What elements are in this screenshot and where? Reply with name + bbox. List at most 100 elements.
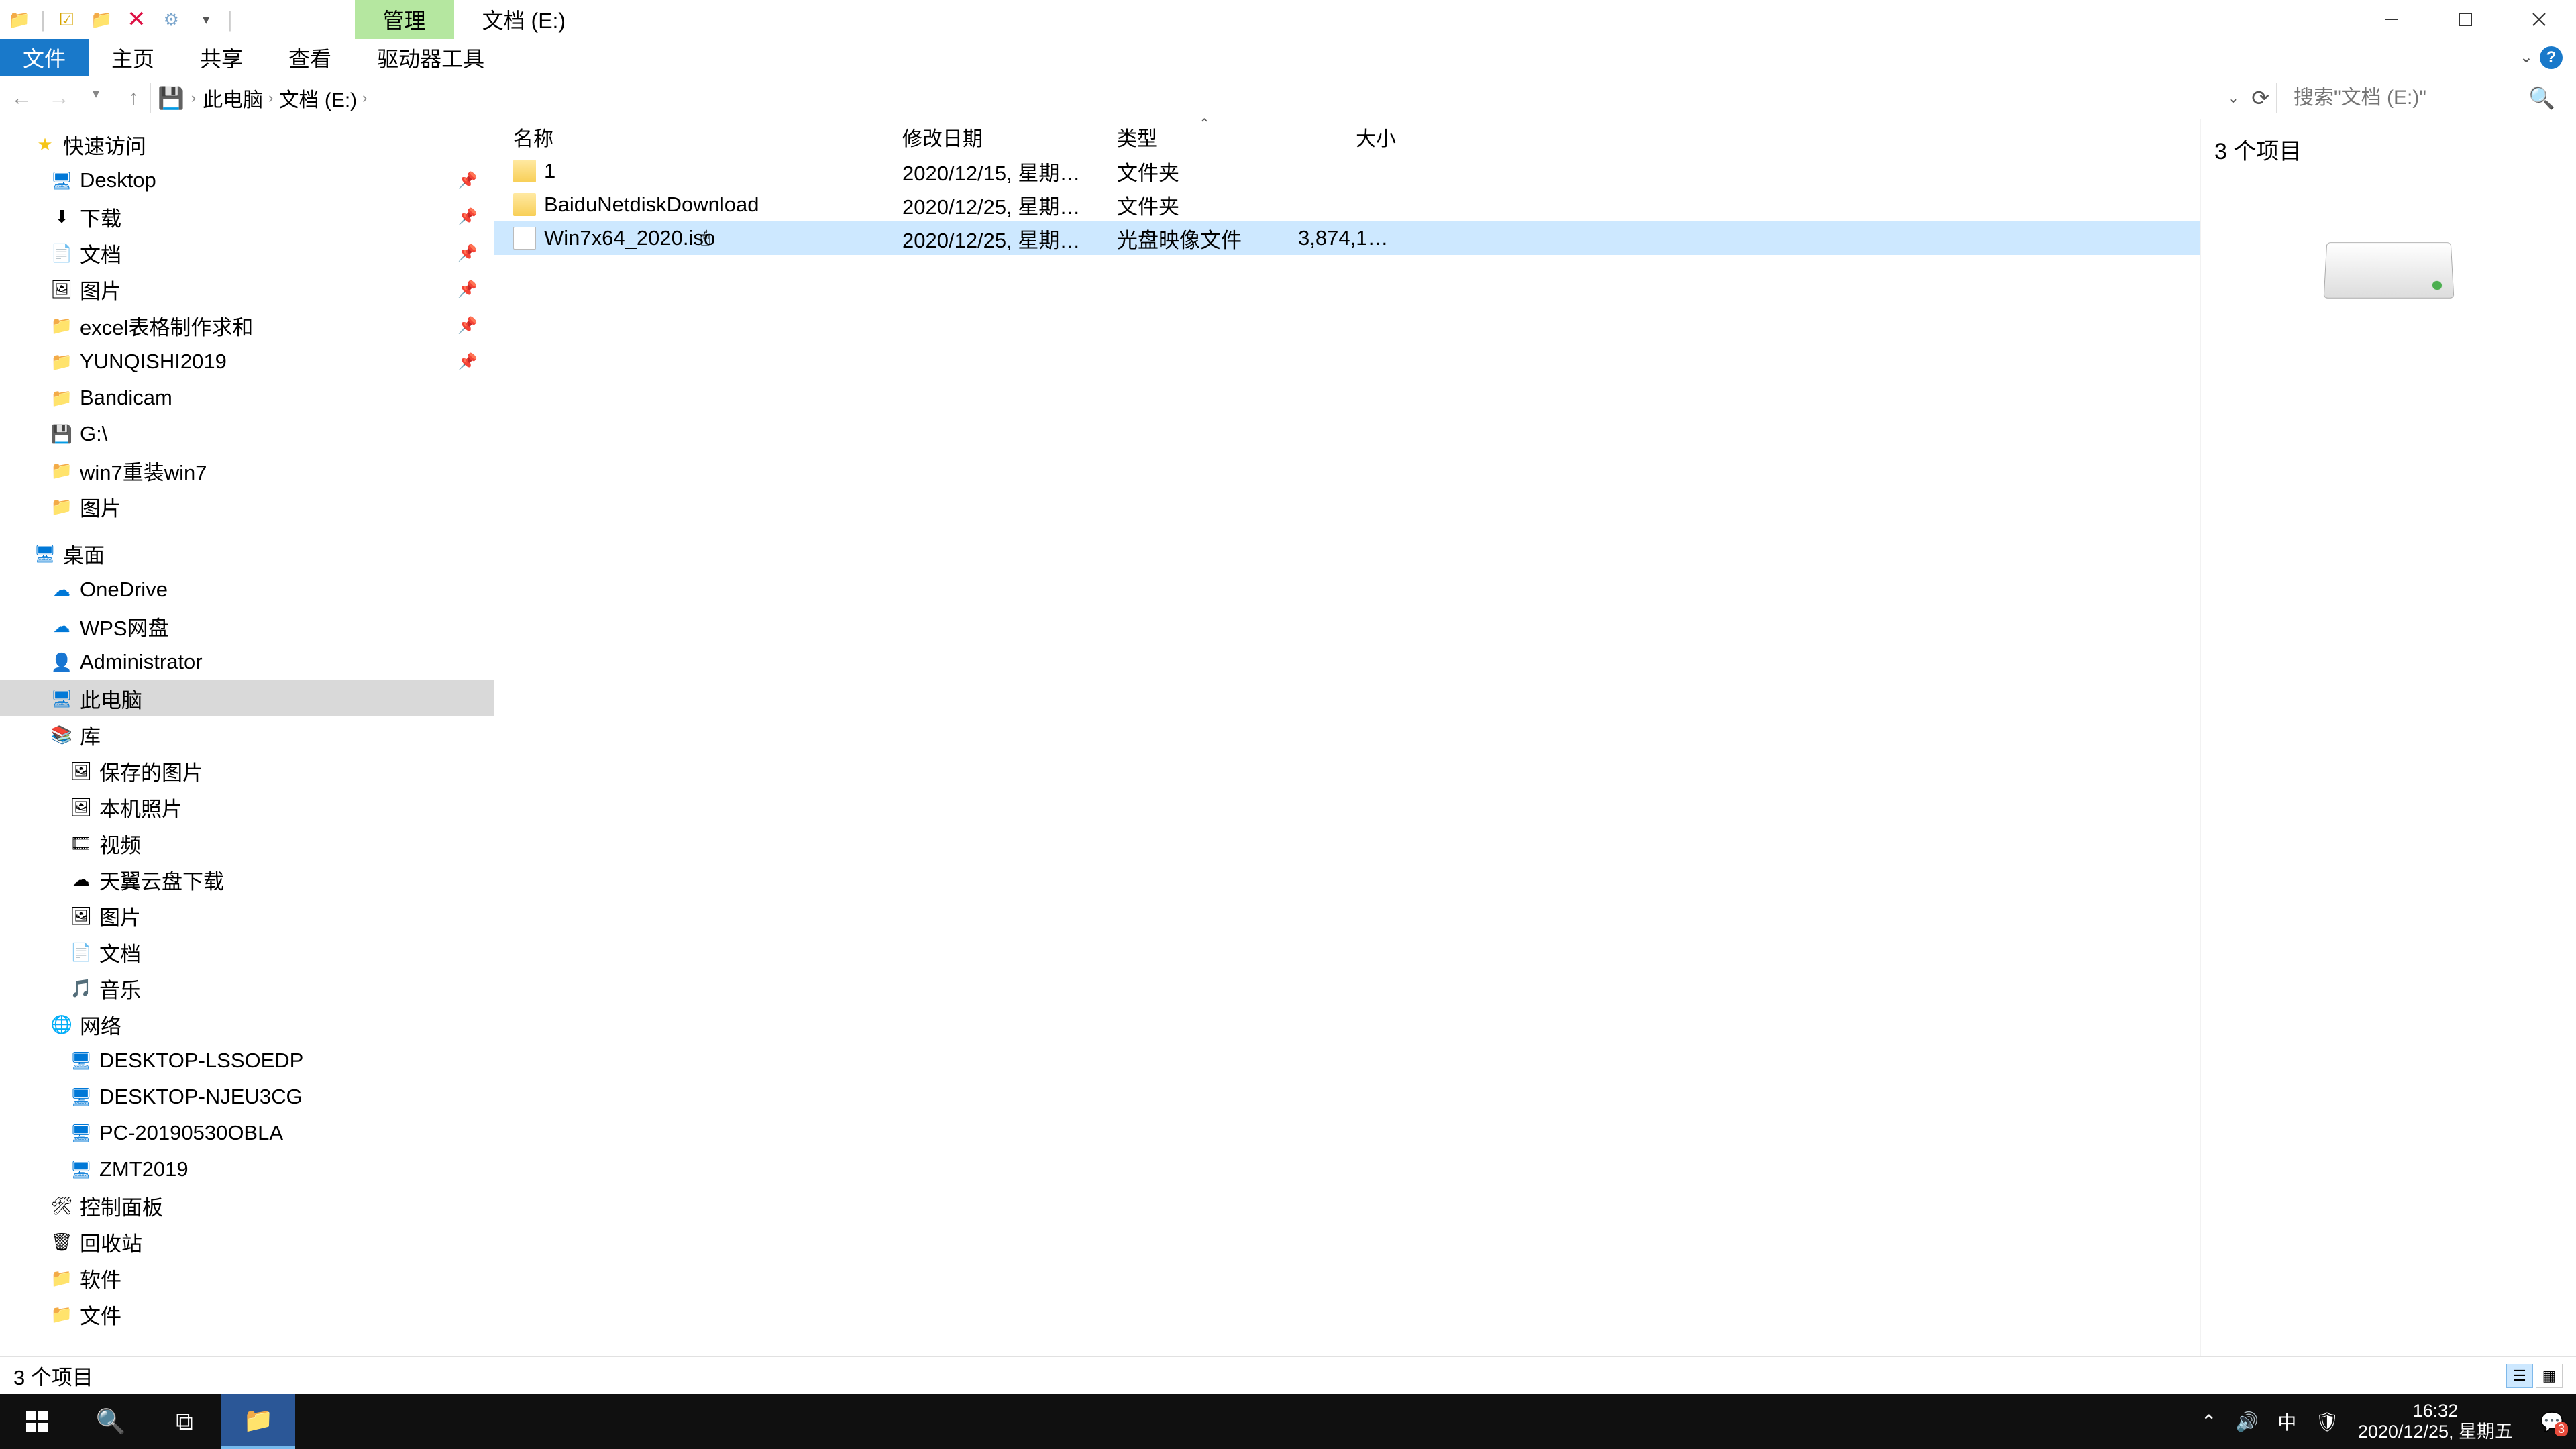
tray-volume-icon[interactable]: 🔊: [2235, 1411, 2259, 1433]
search-input[interactable]: [2294, 87, 2528, 109]
tree-item-folder[interactable]: 📁YUNQISHI2019📌: [0, 343, 494, 380]
folder-icon: 📁: [50, 1303, 73, 1326]
view-details-button[interactable]: ☰: [2506, 1364, 2533, 1388]
title-bar: 📁 | ☑ 📁 ✕ ⚙ ▾ | 管理 文档 (E:): [0, 0, 2576, 39]
taskbar-taskview-button[interactable]: ⧉: [148, 1394, 221, 1449]
contextual-tab-manage[interactable]: 管理: [355, 0, 454, 39]
ribbon-expand-icon[interactable]: ⌄: [2520, 48, 2533, 67]
ribbon-tab-share[interactable]: 共享: [177, 39, 266, 76]
search-box[interactable]: 🔍: [2284, 83, 2565, 113]
tree-item-wps[interactable]: ☁WPS网盘: [0, 608, 494, 644]
tree-item-folder[interactable]: 🎞视频: [0, 825, 494, 861]
breadcrumb-drive[interactable]: 文档 (E:): [279, 83, 358, 113]
tray-overflow-icon[interactable]: ⌃: [2201, 1411, 2216, 1433]
tree-item-network[interactable]: 🌐网络: [0, 1006, 494, 1042]
refresh-icon[interactable]: ⟳: [2251, 85, 2269, 111]
quick-access-toolbar: 📁 | ☑ 📁 ✕ ⚙ ▾ |: [0, 5, 233, 34]
chevron-right-icon[interactable]: ›: [362, 89, 367, 107]
tree-item-folder[interactable]: 📁excel表格制作求和📌: [0, 307, 494, 343]
file-row[interactable]: BaiduNetdiskDownload 2020/12/25, 星期五 1..…: [494, 188, 2200, 221]
tree-item-downloads[interactable]: ⬇下载📌: [0, 199, 494, 235]
tree-item-folder[interactable]: 🖼保存的图片: [0, 753, 494, 789]
tree-item-network-pc[interactable]: 🖥ZMT2019: [0, 1151, 494, 1187]
tree-item-library[interactable]: 📚库: [0, 716, 494, 753]
tree-item-recycle-bin[interactable]: 🗑回收站: [0, 1224, 494, 1260]
ribbon-tab-drive-tools[interactable]: 驱动器工具: [354, 39, 507, 76]
start-button[interactable]: [0, 1394, 74, 1449]
column-name[interactable]: 名称: [505, 122, 894, 152]
tree-item-folder[interactable]: 📄文档: [0, 934, 494, 970]
column-size[interactable]: 大小: [1290, 122, 1404, 152]
taskbar-search-button[interactable]: 🔍: [74, 1394, 148, 1449]
tree-label: 软件: [80, 1263, 121, 1293]
tree-label: win7重装win7: [80, 455, 207, 486]
chevron-right-icon[interactable]: ›: [191, 89, 196, 107]
breadcrumb-this-pc[interactable]: 此电脑: [203, 83, 263, 113]
back-button[interactable]: ←: [11, 85, 31, 110]
close-button[interactable]: [2502, 1, 2576, 38]
ribbon-tab-file[interactable]: 文件: [0, 39, 89, 76]
tree-item-folder[interactable]: 📁文件: [0, 1296, 494, 1332]
tree-item-network-pc[interactable]: 🖥PC-20190530OBLA: [0, 1115, 494, 1151]
tray-clock[interactable]: 16:32 2020/12/25, 星期五: [2358, 1401, 2513, 1442]
qat-settings-icon[interactable]: ⚙: [157, 5, 185, 34]
chevron-right-icon[interactable]: ›: [268, 89, 273, 107]
tree-item-folder[interactable]: 📁Bandicam: [0, 380, 494, 416]
up-button[interactable]: ↑: [123, 85, 144, 110]
tree-item-folder[interactable]: 📁图片: [0, 488, 494, 525]
help-icon[interactable]: ?: [2540, 46, 2563, 69]
tree-item-folder[interactable]: ☁天翼云盘下载: [0, 861, 494, 898]
tree-label: 此电脑: [80, 684, 142, 714]
tree-label: DESKTOP-NJEU3CG: [99, 1085, 303, 1109]
forward-button[interactable]: →: [48, 85, 68, 110]
column-date[interactable]: 修改日期: [894, 122, 1109, 152]
tray-ime-indicator[interactable]: 中: [2277, 1408, 2296, 1435]
tree-item-this-pc[interactable]: 🖥此电脑: [0, 680, 494, 716]
address-bar[interactable]: 💾 › 此电脑 › 文档 (E:) › ⌄ ⟳: [150, 83, 2277, 113]
iso-file-icon: [513, 227, 536, 250]
tree-item-network-pc[interactable]: 🖥DESKTOP-LSSOEDP: [0, 1042, 494, 1079]
tree-item-desktop[interactable]: 🖥Desktop📌: [0, 162, 494, 199]
search-icon[interactable]: 🔍: [2528, 85, 2555, 111]
tray-notifications-button[interactable]: 💬3: [2538, 1408, 2565, 1435]
minimize-button[interactable]: [2355, 1, 2428, 38]
navigation-tree[interactable]: ★快速访问 🖥Desktop📌 ⬇下载📌 📄文档📌 🖼图片📌 📁excel表格制…: [0, 119, 494, 1356]
pin-icon: 📌: [458, 316, 478, 335]
view-icons-button[interactable]: ▦: [2536, 1364, 2563, 1388]
qat-dropdown-icon[interactable]: ▾: [192, 5, 220, 34]
qat-folder-icon[interactable]: 📁: [87, 5, 115, 34]
tree-item-folder[interactable]: 🖼图片: [0, 898, 494, 934]
qat-checkbox-icon[interactable]: ☑: [52, 5, 80, 34]
tree-item-folder[interactable]: 📁软件: [0, 1260, 494, 1296]
qat-delete-icon[interactable]: ✕: [122, 5, 150, 34]
file-row-selected[interactable]: Win7x64_2020.iso🖱 2020/12/25, 星期五 1... 光…: [494, 221, 2200, 255]
drive-icon: 💾: [158, 85, 184, 111]
tree-item-onedrive[interactable]: ☁OneDrive: [0, 572, 494, 608]
tree-item-network-pc[interactable]: 🖥DESKTOP-NJEU3CG: [0, 1079, 494, 1115]
tree-item-folder[interactable]: 🎵音乐: [0, 970, 494, 1006]
tree-item-folder[interactable]: 📁win7重装win7: [0, 452, 494, 488]
tray-security-icon[interactable]: 🛡: [2315, 1411, 2339, 1433]
taskbar-explorer-button[interactable]: 📁: [221, 1394, 295, 1449]
documents-icon: 📄: [70, 941, 93, 963]
tree-quick-access[interactable]: ★快速访问: [0, 126, 494, 162]
file-row[interactable]: 1 2020/12/15, 星期二 1... 文件夹: [494, 154, 2200, 188]
tree-label: 快速访问: [63, 129, 146, 160]
tree-item-drive[interactable]: 💾G:\: [0, 416, 494, 452]
address-dropdown-icon[interactable]: ⌄: [2227, 89, 2239, 107]
ribbon-tab-home[interactable]: 主页: [89, 39, 177, 76]
tree-item-documents[interactable]: 📄文档📌: [0, 235, 494, 271]
folder-icon: 📁: [50, 350, 73, 373]
recent-dropdown-icon[interactable]: ▾: [86, 85, 106, 110]
tree-item-pictures[interactable]: 🖼图片📌: [0, 271, 494, 307]
pictures-icon: 🖼: [70, 759, 93, 782]
column-headers: 名称 修改日期 类型 大小: [494, 119, 2200, 154]
ribbon-tab-view[interactable]: 查看: [266, 39, 354, 76]
tree-item-user[interactable]: 👤Administrator: [0, 644, 494, 680]
tree-item-control-panel[interactable]: 🛠控制面板: [0, 1187, 494, 1224]
tree-label: Administrator: [80, 650, 203, 674]
tree-desktop-root[interactable]: 🖥桌面: [0, 535, 494, 572]
tree-item-folder[interactable]: 🖼本机照片: [0, 789, 494, 825]
drive-preview-icon: [2323, 242, 2454, 298]
maximize-button[interactable]: [2428, 1, 2502, 38]
